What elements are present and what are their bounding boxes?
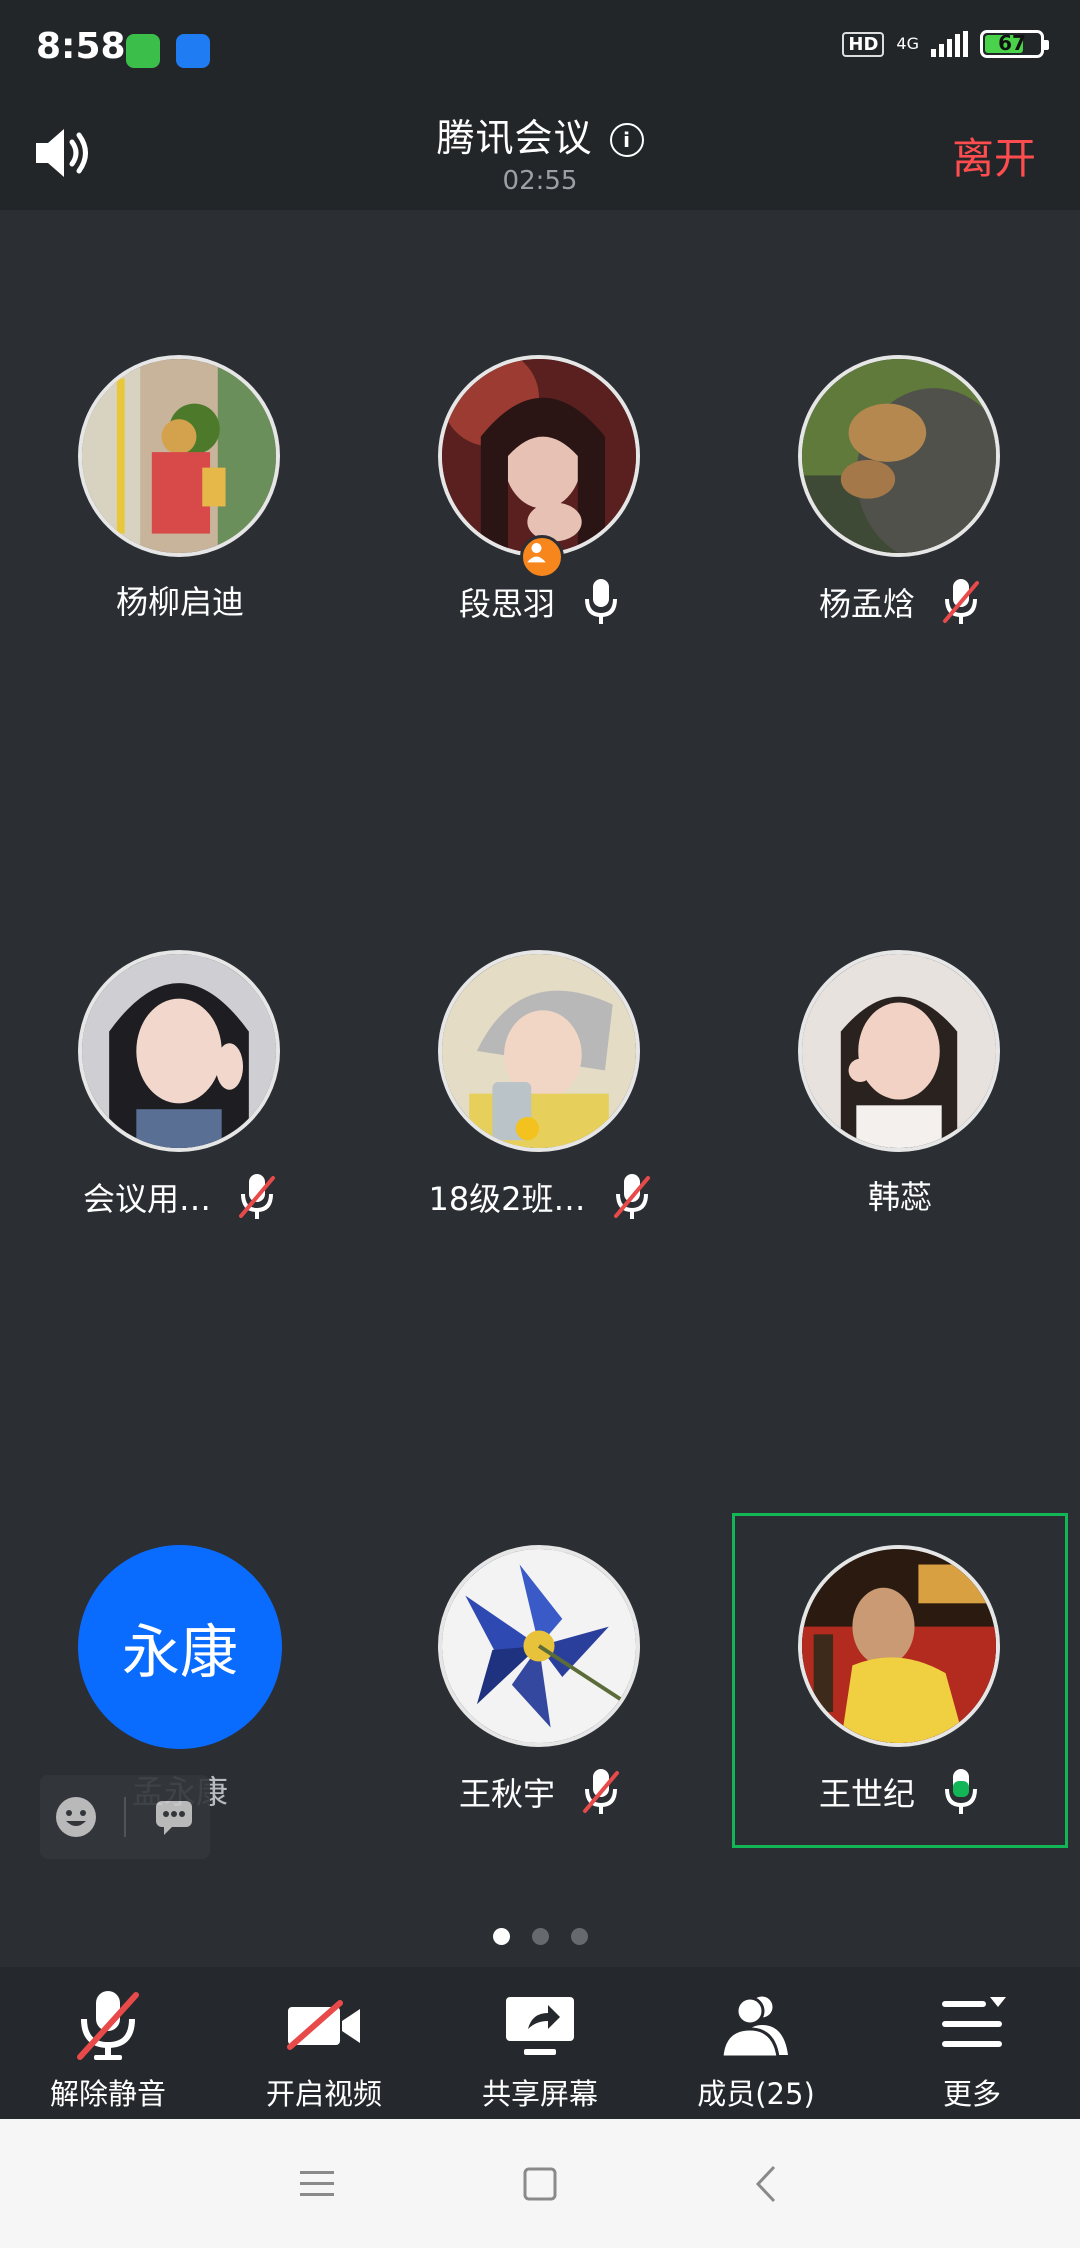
home-nav-icon[interactable] xyxy=(515,2159,565,2209)
status-indicators: HD 4G 67 xyxy=(842,30,1049,58)
participant-name: 韩蕊 xyxy=(867,1178,932,1216)
status-time: 8:58 xyxy=(36,26,126,67)
members-icon xyxy=(720,1993,788,2059)
participant-tile[interactable]: 王秋宇 xyxy=(360,1545,720,1875)
back-nav-icon[interactable] xyxy=(742,2159,792,2209)
participant-text-avatar: 永康 xyxy=(78,1545,282,1749)
microphone-muted-icon xyxy=(583,1769,619,1814)
emoji-icon[interactable] xyxy=(52,1793,100,1841)
share-screen-button[interactable]: 共享屏幕 xyxy=(432,1967,648,2119)
more-button[interactable]: 更多 xyxy=(864,1967,1080,2119)
participant-name-row: 会议用… xyxy=(0,1172,360,1222)
participant-tile[interactable]: 会议用… xyxy=(0,950,360,1280)
page-dot[interactable] xyxy=(531,1928,549,1945)
meeting-title: 腾讯会议 xyxy=(436,116,593,160)
participant-tile[interactable]: 韩蕊 xyxy=(720,950,1080,1280)
status-bar: 8:58 HD 4G 67 xyxy=(0,0,1080,95)
participant-name-row: 王秋宇 xyxy=(360,1767,720,1817)
participant-name-row: 杨柳启迪 xyxy=(0,577,360,623)
chat-icon[interactable] xyxy=(150,1793,198,1841)
microphone-muted-icon xyxy=(239,1174,275,1219)
start-video-button[interactable]: 开启视频 xyxy=(216,1967,432,2119)
video-camera-off-icon xyxy=(287,2000,360,2050)
start-video-label: 开启视频 xyxy=(265,2077,382,2111)
participant-tile[interactable]: 杨柳启迪 xyxy=(0,355,360,685)
participant-avatar xyxy=(438,1545,640,1747)
participant-name-row: 杨孟焓 xyxy=(720,577,1080,627)
participant-tile[interactable]: 段思羽 xyxy=(360,355,720,685)
meeting-title-block: 腾讯会议 i 02:55 xyxy=(0,107,1080,196)
page-dot[interactable] xyxy=(492,1928,510,1945)
members-label: 成员(25) xyxy=(697,2077,815,2111)
participant-name-row: 段思羽 xyxy=(360,577,720,627)
signal-strength-icon xyxy=(931,31,968,57)
participant-name-row: 18级2班… xyxy=(360,1172,720,1222)
app-notification-icon xyxy=(126,34,160,68)
reaction-bar xyxy=(40,1775,210,1859)
meeting-app-notification-icon xyxy=(176,34,210,68)
more-label: 更多 xyxy=(942,2077,1001,2111)
active-speaker-frame xyxy=(732,1513,1068,1848)
battery-level: 67 xyxy=(998,31,1026,55)
hd-voice-icon: HD xyxy=(842,31,885,57)
participant-tile[interactable]: 杨孟焓 xyxy=(720,355,1080,685)
participant-avatar xyxy=(438,950,640,1152)
microphone-muted-icon xyxy=(943,579,979,624)
participant-name: 段思羽 xyxy=(458,585,555,623)
participant-avatar xyxy=(438,355,640,557)
participant-name: 王秋宇 xyxy=(458,1775,555,1813)
participant-name: 18级2班… xyxy=(428,1180,586,1218)
page-indicator xyxy=(0,1928,1080,1945)
members-button[interactable]: 成员(25) xyxy=(648,1967,864,2119)
microphone-icon xyxy=(585,579,617,624)
participant-name: 杨柳启迪 xyxy=(115,583,244,621)
microphone-muted-icon xyxy=(613,1174,650,1219)
participant-avatar xyxy=(798,950,1000,1152)
meeting-toolbar: 解除静音 开启视频 共享屏幕 成员(25) 更多 xyxy=(0,1967,1080,2119)
menu-nav-icon[interactable] xyxy=(292,2159,342,2209)
participant-avatar xyxy=(78,950,280,1152)
info-icon[interactable]: i xyxy=(609,123,644,157)
leave-button[interactable]: 离开 xyxy=(952,125,1036,186)
participant-avatar xyxy=(78,355,280,557)
network-type: 4G xyxy=(896,34,919,53)
participant-name: 杨孟焓 xyxy=(818,585,915,623)
meeting-header: 腾讯会议 i 02:55 离开 xyxy=(0,95,1080,210)
more-menu-icon xyxy=(942,1997,1006,2047)
participant-name-row: 韩蕊 xyxy=(720,1172,1080,1218)
unmute-button[interactable]: 解除静音 xyxy=(0,1967,216,2119)
meeting-timer: 02:55 xyxy=(502,166,578,196)
participant-tile[interactable]: 18级2班… xyxy=(360,950,720,1280)
page-dot[interactable] xyxy=(570,1928,588,1945)
system-nav-bar xyxy=(0,2119,1080,2248)
battery-icon: 67 xyxy=(980,30,1049,58)
share-screen-label: 共享屏幕 xyxy=(481,2077,598,2111)
unmute-label: 解除静音 xyxy=(49,2077,166,2111)
microphone-muted-icon xyxy=(77,1991,139,2060)
share-screen-icon xyxy=(506,1997,574,2055)
participant-name: 会议用… xyxy=(82,1180,211,1218)
participant-avatar xyxy=(798,355,1000,557)
host-badge-icon xyxy=(520,535,564,579)
